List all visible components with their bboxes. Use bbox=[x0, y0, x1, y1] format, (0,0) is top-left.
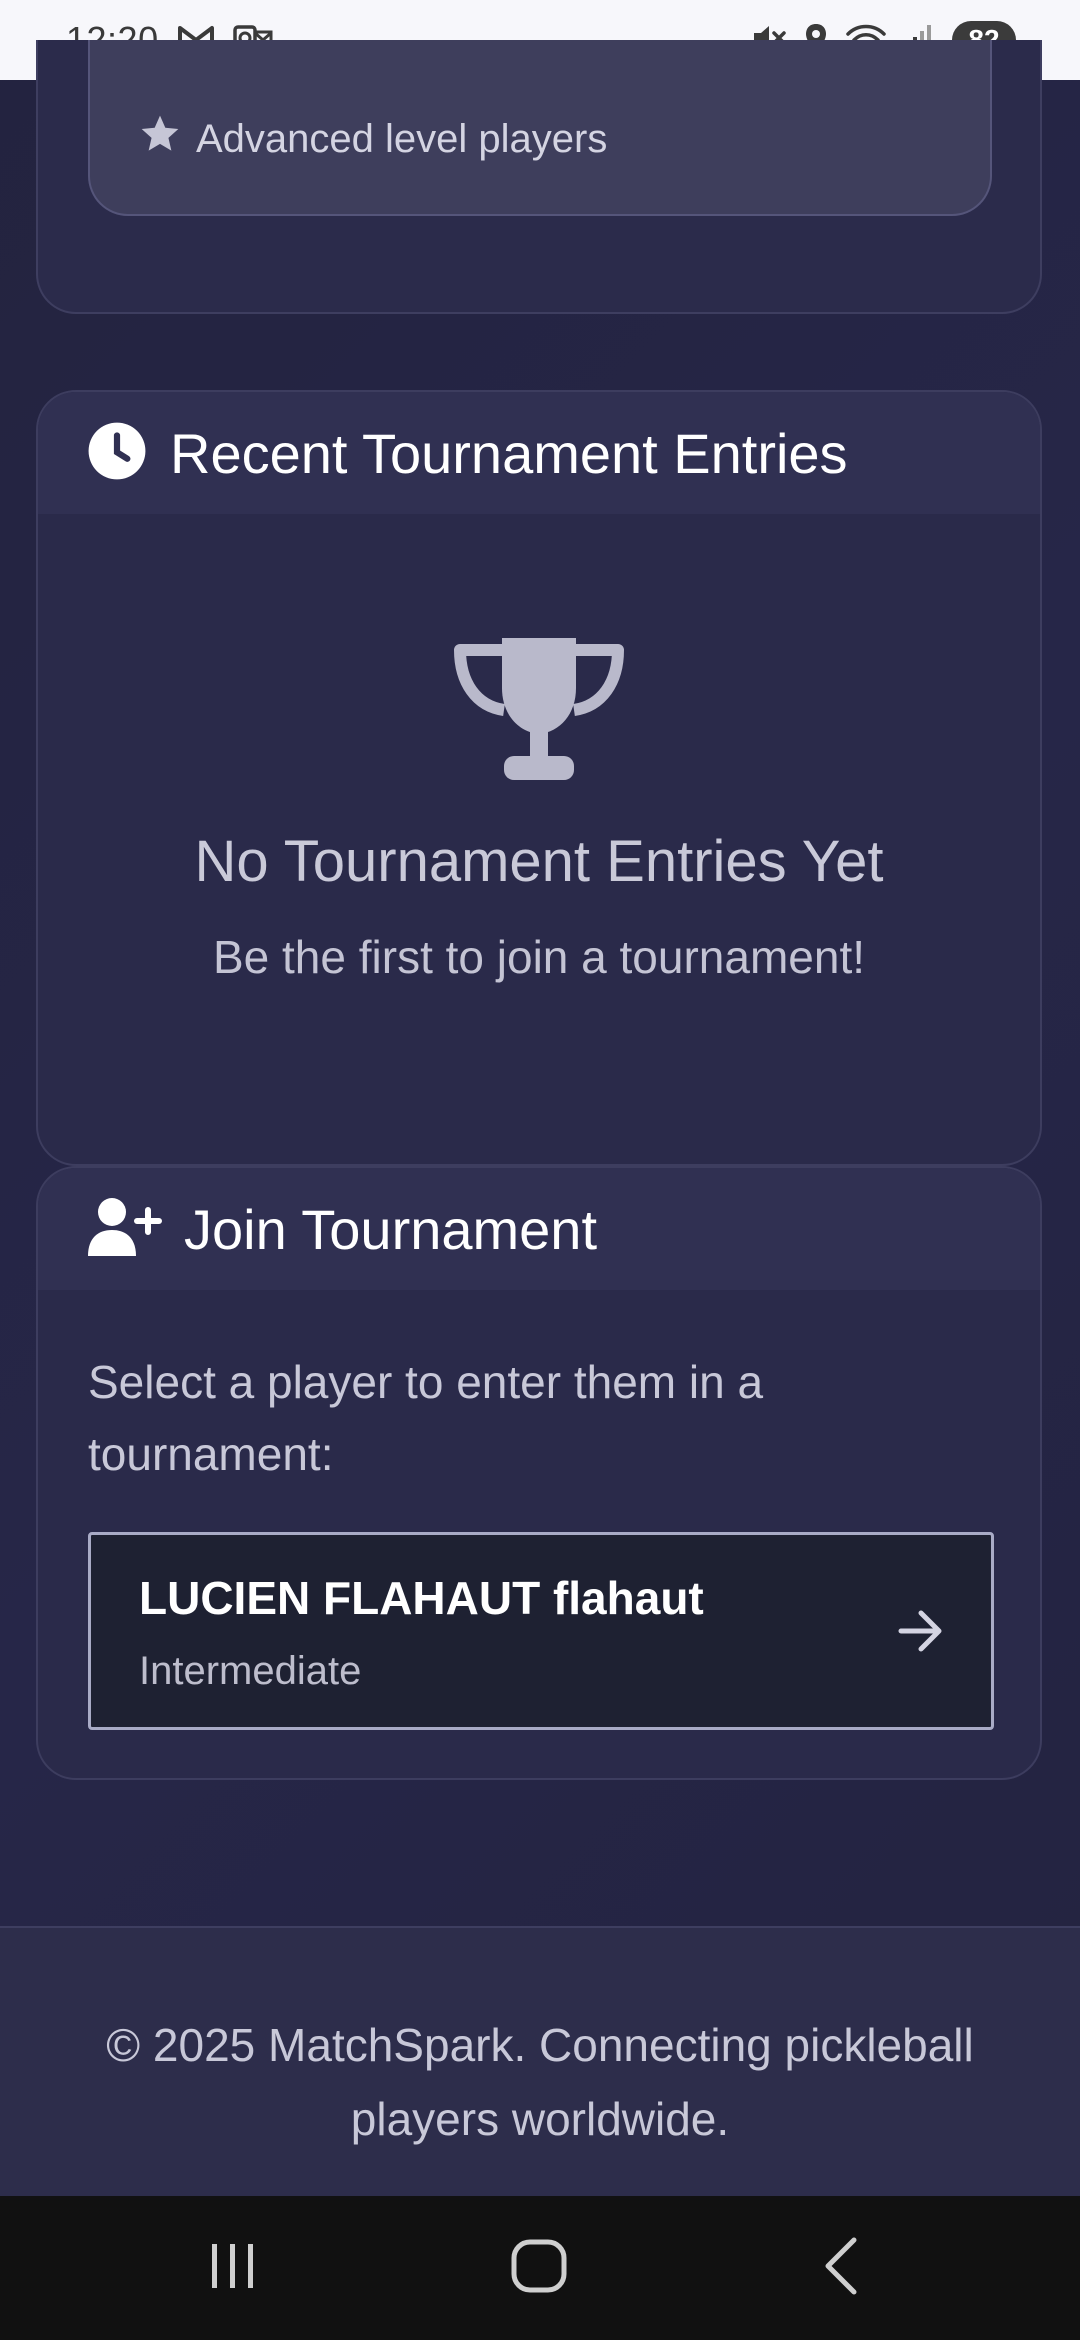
feature-text: Advanced level players bbox=[196, 116, 608, 161]
star-icon bbox=[138, 112, 182, 166]
home-button[interactable] bbox=[508, 2234, 572, 2303]
feature-row: Advanced level players bbox=[138, 112, 607, 166]
footer: © 2025 MatchSpark. Connecting pickleball… bbox=[0, 1926, 1080, 2196]
join-tournament-card: Join Tournament Select a player to enter… bbox=[36, 1166, 1042, 1780]
join-instructions: Select a player to enter them in a tourn… bbox=[88, 1356, 764, 1480]
player-option[interactable]: LUCIEN FLAHAUT flahaut Intermediate bbox=[88, 1532, 994, 1730]
player-level-card: Advanced level players bbox=[36, 40, 1042, 314]
arrow-right-icon bbox=[897, 1609, 945, 1658]
footer-text: © 2025 MatchSpark. Connecting pickleball… bbox=[106, 2019, 974, 2145]
empty-state-icon-wrap bbox=[38, 636, 1040, 791]
trophy-icon bbox=[454, 638, 624, 790]
recent-entries-title: Recent Tournament Entries bbox=[170, 421, 848, 485]
recent-entries-header: Recent Tournament Entries bbox=[38, 392, 1040, 514]
player-name: LUCIEN FLAHAUT flahaut bbox=[139, 1572, 704, 1624]
navigation-bar bbox=[0, 2196, 1080, 2340]
back-button[interactable] bbox=[818, 2234, 862, 2303]
join-tournament-header: Join Tournament bbox=[38, 1168, 1040, 1290]
clock-icon bbox=[86, 420, 148, 487]
feature-item: Advanced level players bbox=[88, 40, 992, 216]
player-level: Intermediate bbox=[139, 1649, 362, 1693]
empty-state-title: No Tournament Entries Yet bbox=[194, 829, 884, 894]
empty-state-subtitle: Be the first to join a tournament! bbox=[212, 931, 866, 983]
user-plus-icon bbox=[86, 1196, 162, 1263]
recent-apps-button[interactable] bbox=[208, 2234, 258, 2299]
recent-entries-card: Recent Tournament Entries No Tournament … bbox=[36, 390, 1042, 1166]
join-tournament-title: Join Tournament bbox=[184, 1197, 597, 1261]
